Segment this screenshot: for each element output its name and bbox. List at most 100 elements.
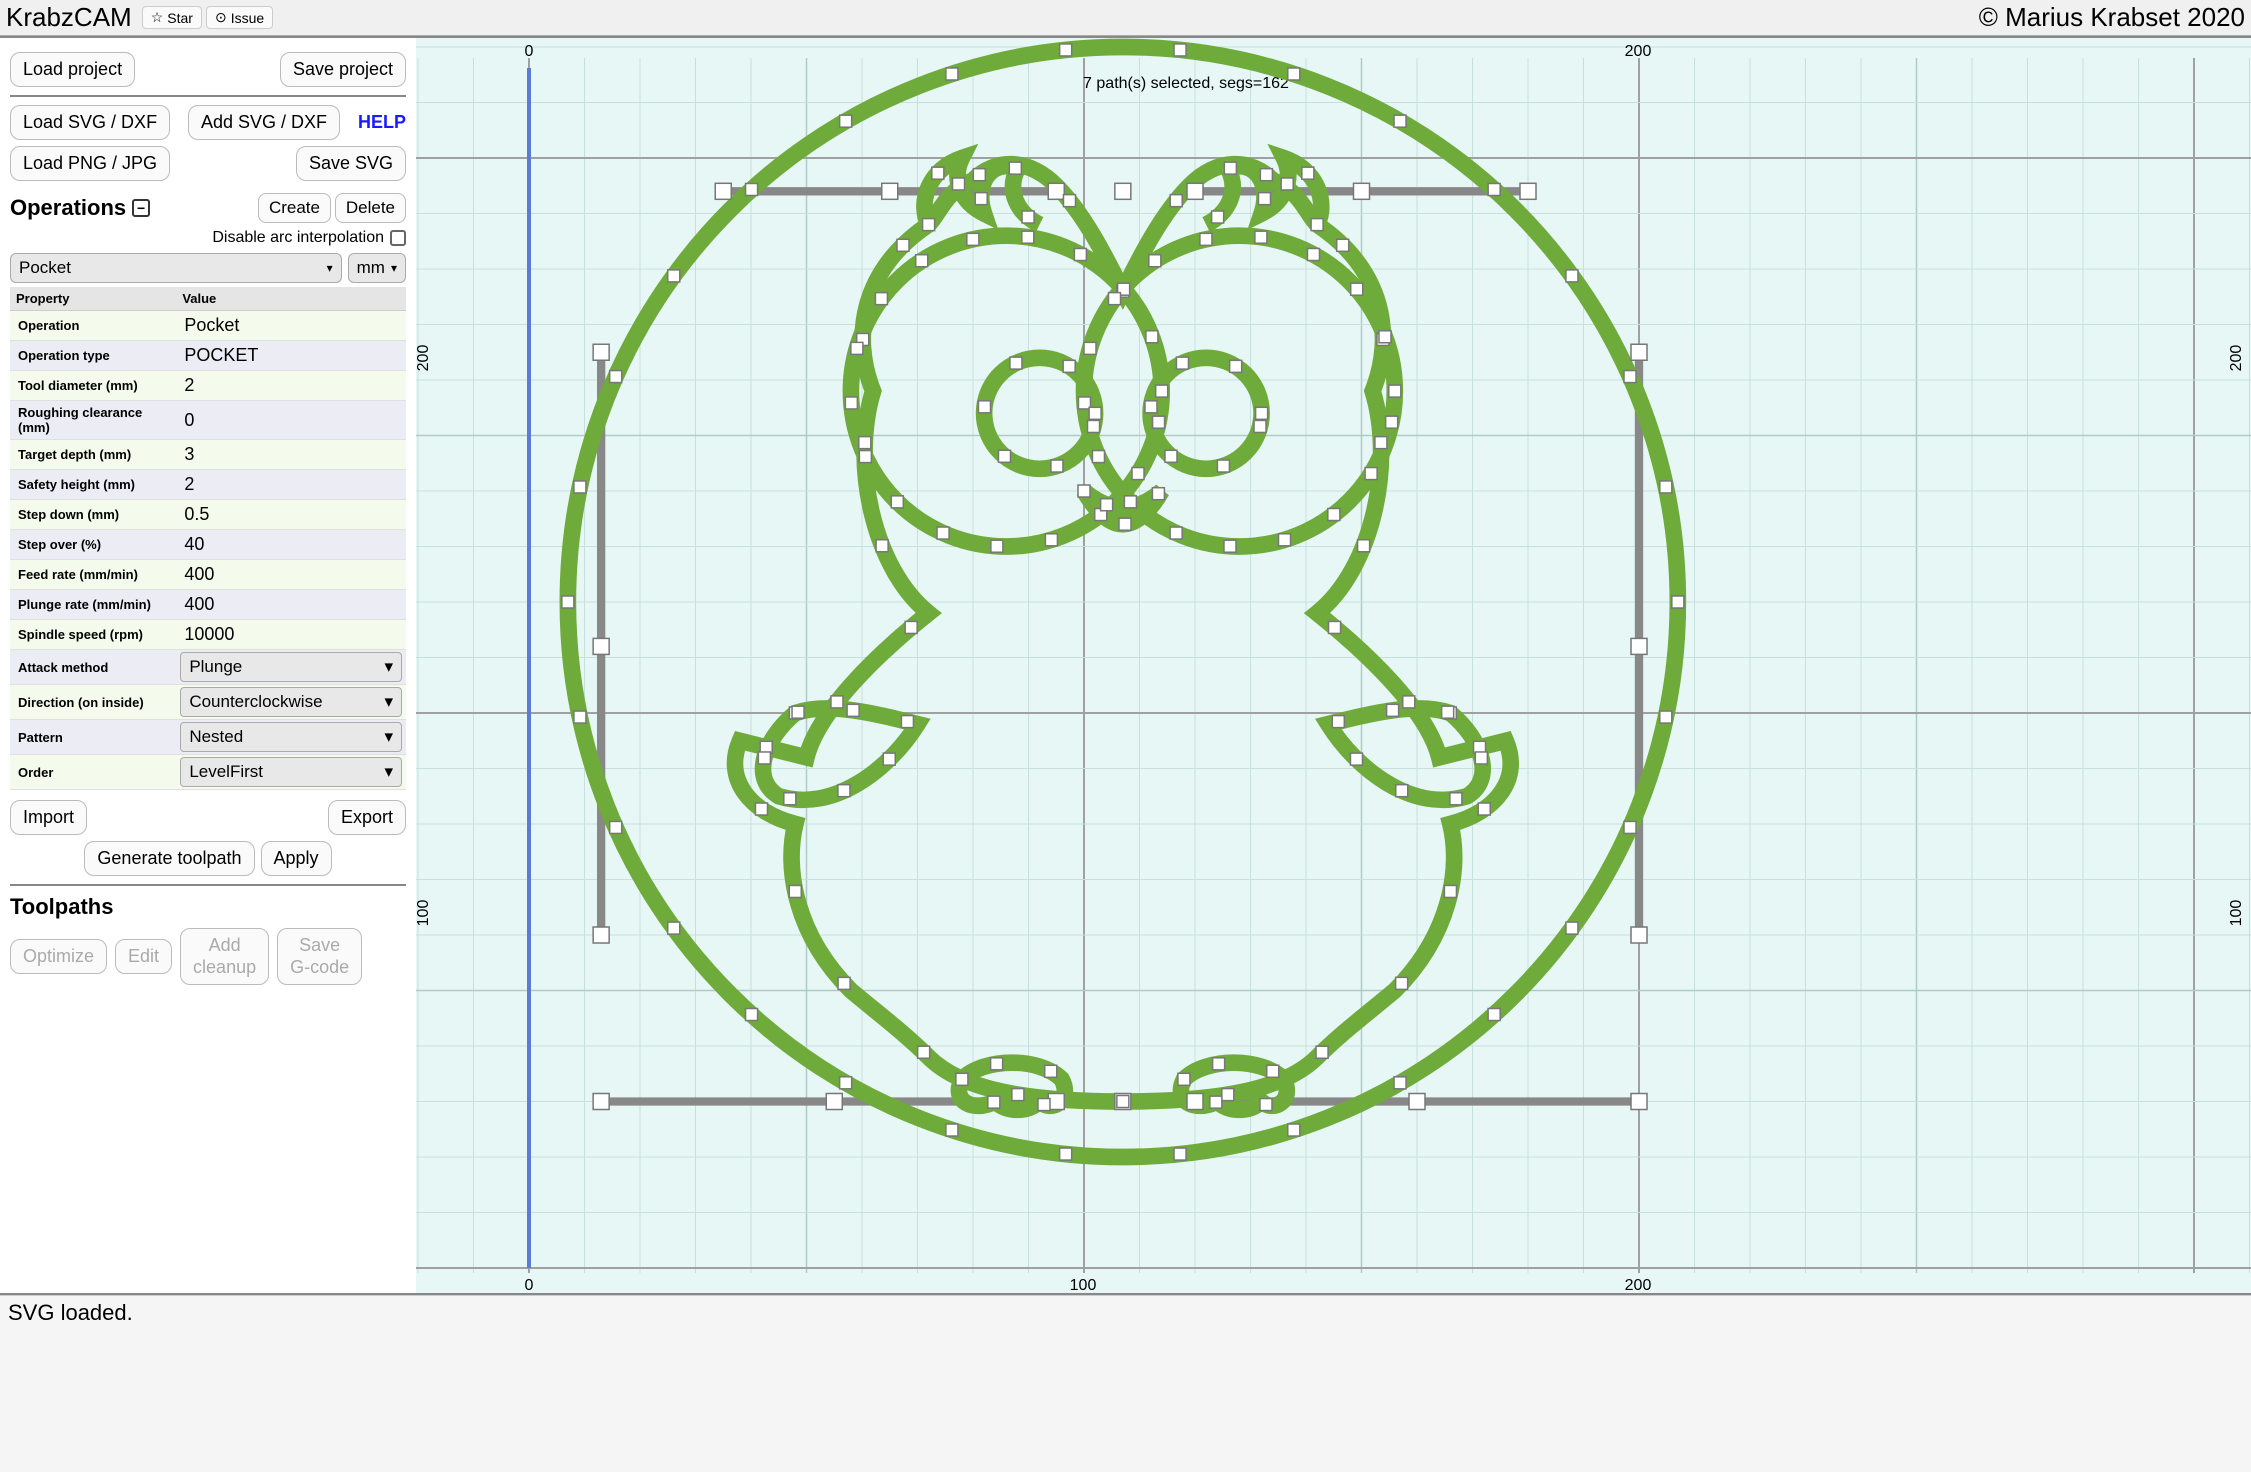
property-row: Safety height (mm)2: [10, 470, 406, 500]
operations-header: Operations −: [10, 195, 150, 221]
property-row: Tool diameter (mm)2: [10, 371, 406, 401]
property-value[interactable]: 0: [176, 401, 406, 440]
canvas-svg[interactable]: 01002000100200200100200100 7 path(s) sel…: [416, 38, 2251, 1293]
property-label: Target depth (mm): [10, 440, 176, 470]
property-select[interactable]: LevelFirst▾: [180, 757, 402, 787]
separator: [10, 884, 406, 886]
property-value[interactable]: 400: [176, 590, 406, 620]
owl-body[interactable]: [735, 164, 1511, 1101]
header-value: Value: [176, 287, 406, 311]
apply-button[interactable]: Apply: [261, 841, 332, 876]
property-row: Operation typePOCKET: [10, 341, 406, 371]
operation-select[interactable]: Pocket ▾: [10, 253, 342, 283]
property-row: Direction (on inside)Counterclockwise▾: [10, 685, 406, 720]
property-label: Operation type: [10, 341, 176, 371]
property-value[interactable]: Plunge▾: [176, 650, 406, 685]
collapse-icon[interactable]: −: [132, 199, 150, 217]
svg-text:0: 0: [525, 43, 534, 60]
sidebar: Load project Save project Load SVG / DXF…: [0, 38, 416, 1293]
properties-table: Property Value OperationPocketOperation …: [10, 287, 406, 790]
add-svg-dxf-button[interactable]: Add SVG / DXF: [188, 105, 340, 140]
property-select[interactable]: Nested▾: [180, 722, 402, 752]
property-value[interactable]: Nested▾: [176, 720, 406, 755]
property-label: Operation: [10, 311, 176, 341]
generate-toolpath-button[interactable]: Generate toolpath: [84, 841, 254, 876]
property-value[interactable]: 2: [176, 470, 406, 500]
svg-text:100: 100: [2228, 900, 2245, 927]
help-link[interactable]: HELP: [358, 112, 406, 133]
property-value[interactable]: 0.5: [176, 500, 406, 530]
disable-arc-label: Disable arc interpolation: [212, 229, 384, 247]
load-project-button[interactable]: Load project: [10, 52, 135, 87]
canvas-area[interactable]: 01002000100200200100200100 7 path(s) sel…: [416, 38, 2251, 1293]
property-value[interactable]: Pocket: [176, 311, 406, 341]
property-row: Step over (%)40: [10, 530, 406, 560]
svg-text:100: 100: [1070, 1277, 1097, 1293]
property-select[interactable]: Counterclockwise▾: [180, 687, 402, 717]
load-png-jpg-button[interactable]: Load PNG / JPG: [10, 146, 170, 181]
save-svg-button[interactable]: Save SVG: [296, 146, 406, 181]
status-bar: SVG loaded.: [0, 1295, 2251, 1330]
property-row: OperationPocket: [10, 311, 406, 341]
github-star-button[interactable]: ☆ Star: [142, 6, 202, 29]
property-row: Step down (mm)0.5: [10, 500, 406, 530]
optimize-button[interactable]: Optimize: [10, 939, 107, 974]
canvas-status: 7 path(s) selected, segs=162: [1083, 75, 1289, 92]
property-value[interactable]: 2: [176, 371, 406, 401]
unit-select-value: mm: [357, 258, 385, 278]
property-value[interactable]: POCKET: [176, 341, 406, 371]
property-row: PatternNested▾: [10, 720, 406, 755]
load-svg-dxf-button[interactable]: Load SVG / DXF: [10, 105, 170, 140]
property-row: Plunge rate (mm/min)400: [10, 590, 406, 620]
toolpaths-title: Toolpaths: [10, 894, 113, 920]
chevron-down-icon: ▾: [384, 727, 393, 747]
property-row: OrderLevelFirst▾: [10, 755, 406, 790]
property-value[interactable]: 10000: [176, 620, 406, 650]
add-cleanup-button[interactable]: Add cleanup: [180, 928, 269, 985]
disable-arc-checkbox[interactable]: [390, 230, 406, 246]
property-row: Target depth (mm)3: [10, 440, 406, 470]
create-button[interactable]: Create: [258, 193, 331, 223]
chevron-down-icon: ▾: [384, 657, 393, 677]
property-value[interactable]: LevelFirst▾: [176, 755, 406, 790]
property-label: Safety height (mm): [10, 470, 176, 500]
github-issue-button[interactable]: ⊙ Issue: [206, 6, 273, 29]
property-label: Roughing clearance (mm): [10, 401, 176, 440]
export-button[interactable]: Export: [328, 800, 406, 835]
property-value[interactable]: 3: [176, 440, 406, 470]
save-project-button[interactable]: Save project: [280, 52, 406, 87]
property-value[interactable]: 400: [176, 560, 406, 590]
star-label: Star: [167, 10, 193, 26]
svg-text:200: 200: [1625, 1277, 1652, 1293]
svg-text:200: 200: [416, 345, 432, 372]
property-row: Attack methodPlunge▾: [10, 650, 406, 685]
import-button[interactable]: Import: [10, 800, 87, 835]
property-label: Pattern: [10, 720, 176, 755]
property-row: Feed rate (mm/min)400: [10, 560, 406, 590]
operations-title: Operations: [10, 195, 126, 221]
edit-button[interactable]: Edit: [115, 939, 172, 974]
property-label: Order: [10, 755, 176, 790]
property-label: Feed rate (mm/min): [10, 560, 176, 590]
property-row: Spindle speed (rpm)10000: [10, 620, 406, 650]
issue-label: Issue: [231, 10, 264, 26]
property-label: Step down (mm): [10, 500, 176, 530]
chevron-down-icon: ▾: [327, 261, 333, 275]
property-label: Spindle speed (rpm): [10, 620, 176, 650]
save-gcode-button[interactable]: Save G-code: [277, 928, 362, 985]
property-select[interactable]: Plunge▾: [180, 652, 402, 682]
property-label: Attack method: [10, 650, 176, 685]
svg-text:200: 200: [2228, 345, 2245, 372]
property-value[interactable]: Counterclockwise▾: [176, 685, 406, 720]
delete-button[interactable]: Delete: [335, 193, 406, 223]
chevron-down-icon: ▾: [384, 692, 393, 712]
chevron-down-icon: ▾: [391, 261, 397, 275]
operation-select-value: Pocket: [19, 258, 71, 278]
separator: [10, 95, 406, 97]
property-label: Tool diameter (mm): [10, 371, 176, 401]
unit-select[interactable]: mm ▾: [348, 253, 406, 283]
property-value[interactable]: 40: [176, 530, 406, 560]
svg-text:0: 0: [525, 1277, 534, 1293]
property-row: Roughing clearance (mm)0: [10, 401, 406, 440]
top-bar: KrabzCAM ☆ Star ⊙ Issue © Marius Krabset…: [0, 0, 2251, 36]
